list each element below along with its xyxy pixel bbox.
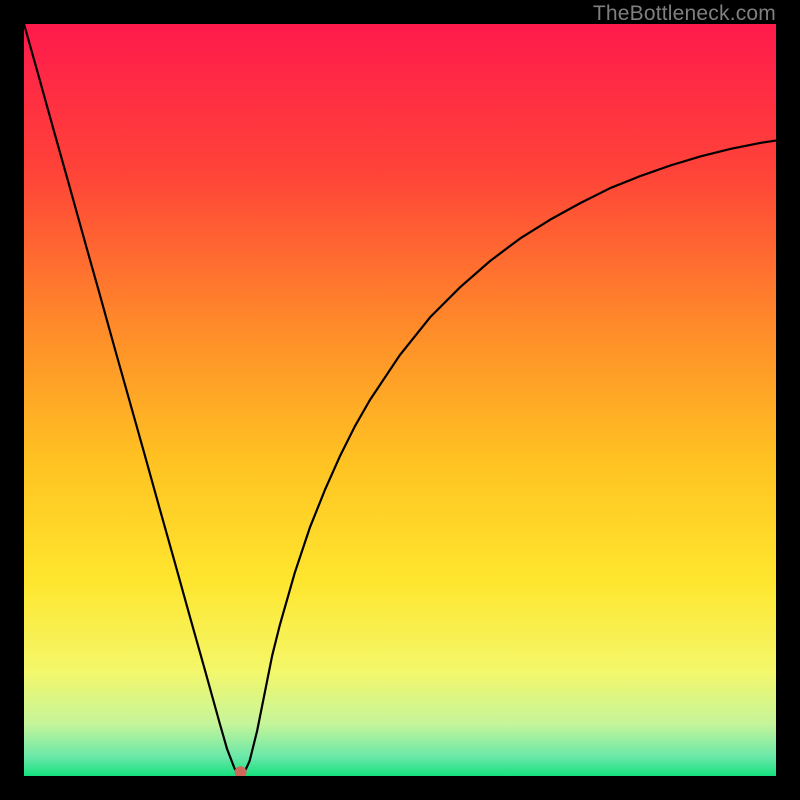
plot-frame [24, 24, 776, 776]
watermark-text: TheBottleneck.com [593, 2, 776, 26]
chart-background [24, 24, 776, 776]
bottleneck-chart [24, 24, 776, 776]
